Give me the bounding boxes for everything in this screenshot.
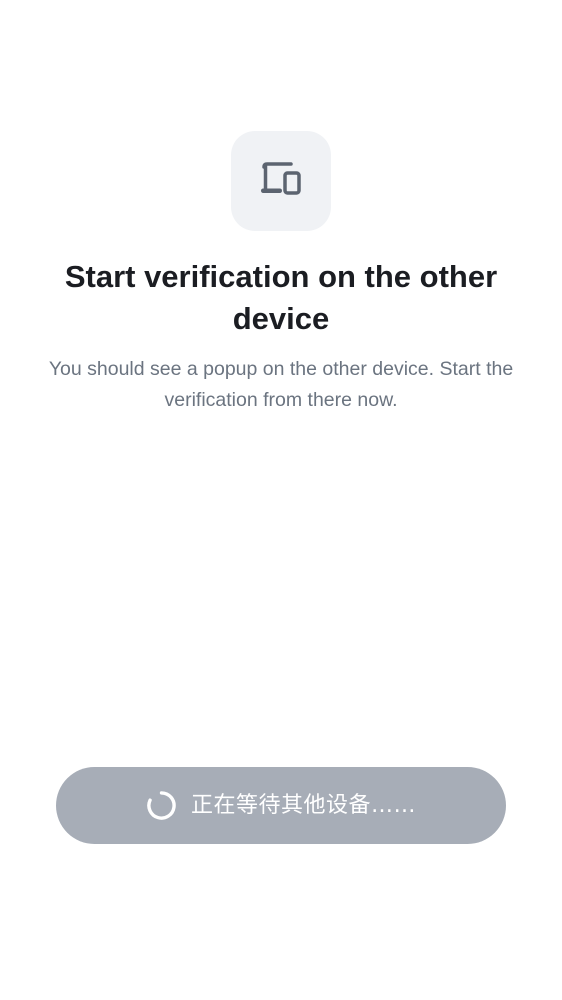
waiting-for-other-device-button[interactable]: 正在等待其他设备…… <box>56 767 506 844</box>
page-title: Start verification on the other device <box>64 259 498 336</box>
device-icon-tile <box>231 131 331 231</box>
verification-screen: Start verification on the other device Y… <box>0 0 562 1000</box>
waiting-label: 正在等待其他设备…… <box>190 792 416 818</box>
spinner-icon <box>147 791 176 820</box>
page-subtitle: You should see a popup on the other devi… <box>48 358 514 411</box>
devices-icon <box>261 162 301 195</box>
